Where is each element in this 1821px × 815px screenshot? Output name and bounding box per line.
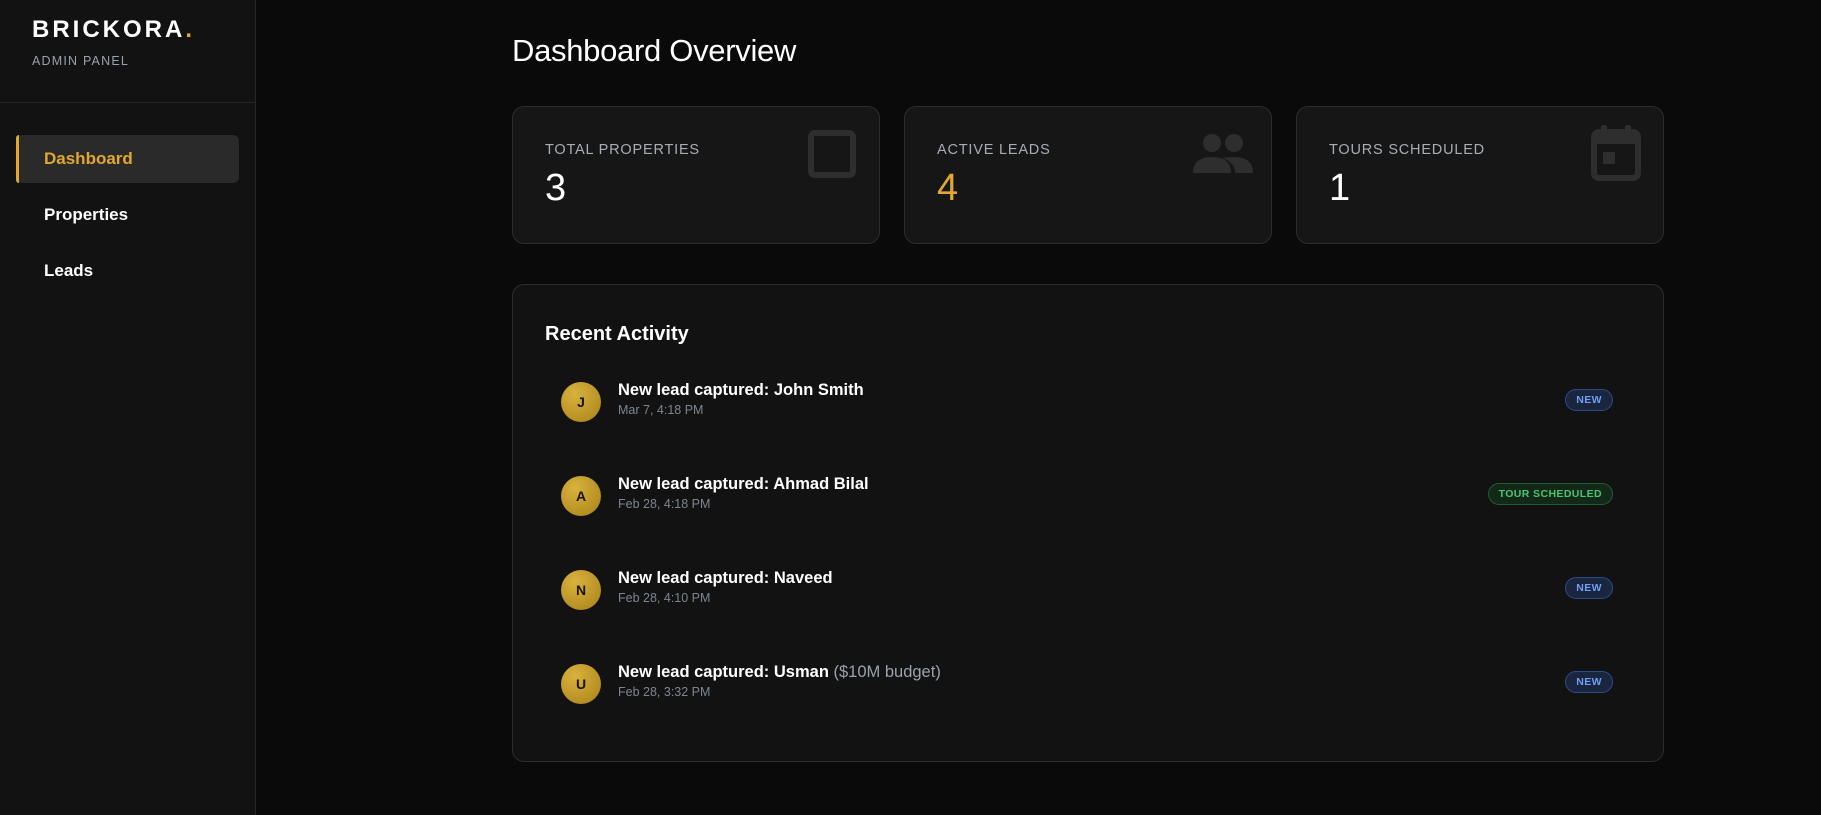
lead-name: Naveed [773,569,833,587]
activity-title: New lead captured: John Smith [618,379,864,401]
activity-title: New lead captured: Usman ($10M budget) [618,661,941,683]
activity-timestamp: Mar 7, 4:18 PM [618,403,704,417]
stat-card-active-leads: ACTIVE LEADS 4 [904,106,1272,244]
activity-prefix: New lead captured: [618,569,774,587]
lead-name: Usman [773,663,829,681]
sidebar-nav: Dashboard Properties Leads [0,103,255,295]
sidebar-item-leads[interactable]: Leads [16,247,239,295]
brand-dot: . [185,16,195,43]
activity-item[interactable]: J New lead captured: John Smith Mar 7, 4… [545,379,1613,473]
stat-value: 3 [545,167,567,209]
recent-activity-title: Recent Activity [545,323,689,345]
stat-label: TOURS SCHEDULED [1329,142,1485,158]
sidebar-item-dashboard[interactable]: Dashboard [16,135,239,183]
stats-row: TOTAL PROPERTIES 3 ACTIVE LEADS 4 TOURS … [512,106,1664,244]
recent-activity-panel: Recent Activity J New lead captured: Joh… [512,284,1664,762]
status-badge: NEW [1565,577,1613,599]
avatar: U [561,664,601,704]
users-icon [1193,133,1253,180]
stat-label: TOTAL PROPERTIES [545,142,700,158]
activity-prefix: New lead captured: [618,663,774,681]
activity-title: New lead captured: Naveed [618,567,833,589]
activity-item[interactable]: N New lead captured: Naveed Feb 28, 4:10… [545,567,1613,661]
brand-subtitle: ADMIN PANEL [32,54,130,68]
activity-text: New lead captured: Ahmad Bilal Feb 28, 4… [618,473,869,511]
page-title: Dashboard Overview [512,33,797,68]
stat-card-tours-scheduled: TOURS SCHEDULED 1 [1296,106,1664,244]
status-badge: NEW [1565,389,1613,411]
lead-name: Ahmad Bilal [773,475,869,493]
main-area: Dashboard Overview TOTAL PROPERTIES 3 AC… [256,0,1821,815]
sidebar: BRICKORA. ADMIN PANEL Dashboard Properti… [0,0,256,815]
app-root: BRICKORA. ADMIN PANEL Dashboard Properti… [0,0,1821,815]
avatar: N [561,570,601,610]
brand-header: BRICKORA. ADMIN PANEL [0,0,255,103]
brand-logo[interactable]: BRICKORA. [32,18,223,42]
avatar: A [561,476,601,516]
activity-timestamp: Feb 28, 3:32 PM [618,685,711,699]
status-badge: NEW [1565,671,1613,693]
main-content: Dashboard Overview TOTAL PROPERTIES 3 AC… [512,0,1664,762]
activity-text: New lead captured: Usman ($10M budget) F… [618,661,941,699]
stat-card-total-properties: TOTAL PROPERTIES 3 [512,106,880,244]
avatar: J [561,382,601,422]
activity-timestamp: Feb 28, 4:18 PM [618,497,711,511]
lead-name: John Smith [773,381,864,399]
activity-list: J New lead captured: John Smith Mar 7, 4… [545,379,1613,755]
activity-text: New lead captured: John Smith Mar 7, 4:1… [618,379,864,417]
stat-value: 1 [1329,167,1351,209]
activity-extra: ($10M budget) [833,663,941,681]
calendar-icon [1591,125,1641,186]
activity-prefix: New lead captured: [618,475,774,493]
square-icon [807,129,857,184]
activity-item[interactable]: A New lead captured: Ahmad Bilal Feb 28,… [545,473,1613,567]
activity-prefix: New lead captured: [618,381,774,399]
activity-title: New lead captured: Ahmad Bilal [618,473,869,495]
brand-name: BRICKORA [32,16,186,43]
activity-text: New lead captured: Naveed Feb 28, 4:10 P… [618,567,833,605]
activity-timestamp: Feb 28, 4:10 PM [618,591,711,605]
status-badge: TOUR SCHEDULED [1487,483,1613,505]
sidebar-item-properties[interactable]: Properties [16,191,239,239]
activity-item[interactable]: U New lead captured: Usman ($10M budget)… [545,661,1613,755]
